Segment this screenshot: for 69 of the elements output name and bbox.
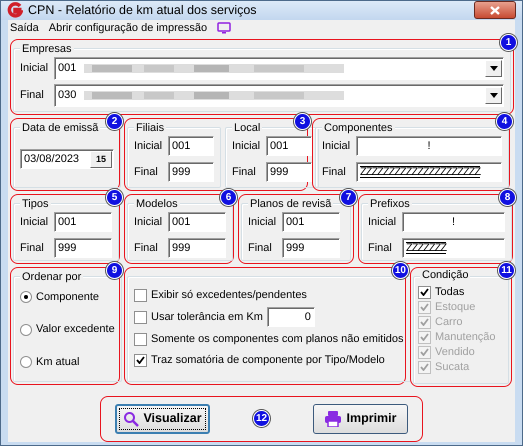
field-label: Inicial [322,138,352,154]
text-field[interactable]: 001 [168,212,226,232]
checkbox-label: Traz somatória de componente por Tipo/Modelo [151,352,385,368]
dropdown-value: 001 [58,61,76,76]
number-badge: 8 [499,188,516,206]
number-badge: 12 [252,410,270,428]
calendar-button[interactable]: 15 [90,150,112,168]
dropdown-value: 030 [58,88,76,103]
field-label: Inicial [134,138,164,154]
button[interactable]: Visualizar [115,404,210,434]
text-field[interactable]: ! [402,212,505,232]
text-field[interactable]: 999 [168,162,214,182]
radio-label: Componente [36,290,99,305]
checkbox-label: Carro [435,316,463,329]
text-field[interactable]: 001 [168,136,214,156]
text-field[interactable]: 001 [266,136,312,156]
number-badge: 6 [220,188,237,206]
number-badge: 4 [496,112,513,130]
field-label: Inicial [232,138,262,154]
field-label: Inicial [248,214,278,230]
field-label: Final [20,240,45,256]
menu-item[interactable]: Abrir configuração de impressão [48,20,208,36]
number-badge: 7 [340,188,357,206]
text-field[interactable]: ! [356,136,502,156]
text-field[interactable]: 001 [282,212,340,232]
field-label: Final [134,164,159,180]
field-label: Final [248,240,273,256]
number-badge: 9 [106,262,123,279]
group-title: Condição [420,268,470,282]
date-value: 03/08/2023 [24,152,80,167]
text-field[interactable]: ZZZZZZZ [402,238,505,258]
checkbox-label: Usar tolerância em Km [151,310,263,325]
menu-item[interactable]: Saída [10,20,39,36]
checkbox-label: Estoque [435,300,476,314]
checkbox-label: Sucata [435,360,470,374]
number-badge: 5 [106,188,123,206]
text-field[interactable]: 999 [282,238,340,258]
dropdown[interactable]: 030 [54,84,504,107]
field-label: Final [368,240,393,256]
field-label: Inicial [20,214,50,230]
field-label: Inicial [20,61,50,76]
number-badge: 1 [500,34,517,51]
checkbox-label: Vendido [435,346,475,359]
field-label: Inicial [368,214,398,230]
radio-label: Valor excedente [36,322,115,338]
text-field[interactable]: 999 [54,238,112,258]
checkbox-label: Todas [435,286,464,299]
window-title: CPN - Relatório de km atual dos serviços [28,2,258,19]
date-field[interactable]: 03/08/2023 15 [20,149,114,170]
checkbox-label: Exibir só excedentes/pendentes [151,288,307,303]
radio-label: Km atual [36,354,80,370]
text-field[interactable]: 999 [168,238,226,258]
checkbox-label: Somente os componentes com planos não emitidos [151,332,404,348]
number-field[interactable]: 0 [266,307,315,328]
checkbox-label: Manutenção [435,330,496,344]
field-label: Inicial [134,214,164,230]
number-badge: 3 [294,112,311,130]
dropdown[interactable]: 001 [54,56,504,80]
field-label: Final [20,88,45,103]
number-badge: 2 [106,112,123,130]
text-field[interactable]: 001 [54,212,112,232]
text-field[interactable]: 999 [266,162,312,182]
field-label: Final [232,164,257,180]
number-badge: 10 [392,262,409,279]
text-field[interactable]: ZZZZZZZZZZZZZZZZZZZZZ [356,162,502,182]
number-badge: 11 [498,262,515,279]
button[interactable]: Imprimir [313,404,408,434]
field-label: Final [322,164,347,180]
field-label: Final [134,240,159,256]
